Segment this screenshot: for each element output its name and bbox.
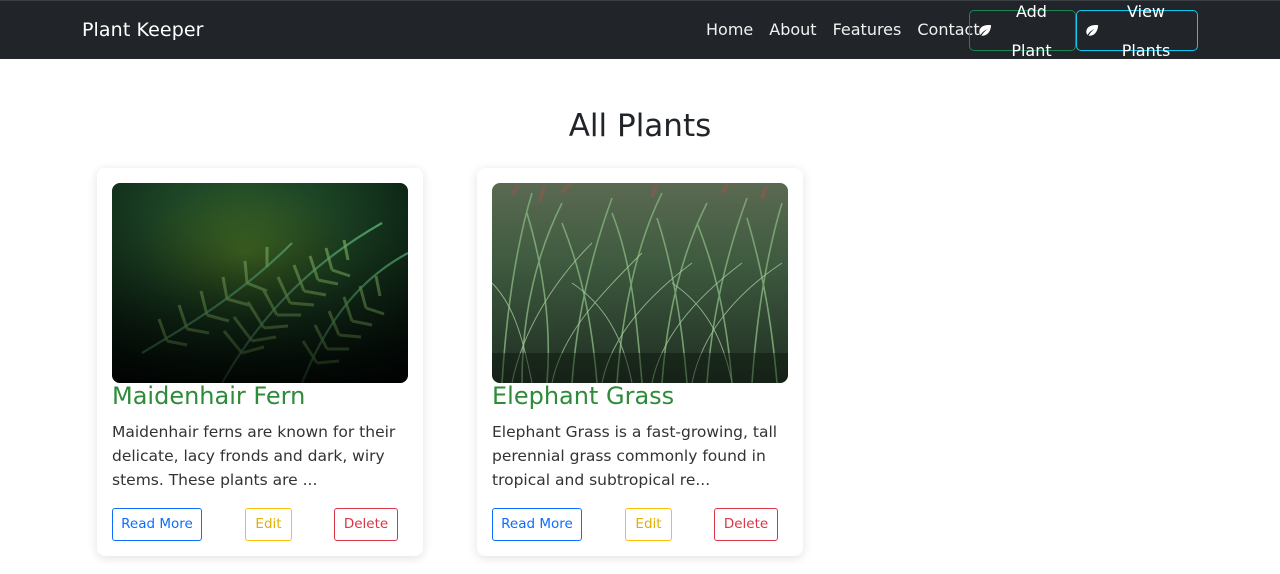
edit-button[interactable]: Edit xyxy=(625,508,672,541)
page-title: All Plants xyxy=(568,108,712,144)
navbar: Plant Keeper Home About Features Contact… xyxy=(0,0,1280,60)
nav-link-about[interactable]: About xyxy=(769,18,816,42)
add-plant-label: Add Plant xyxy=(1011,1,1052,60)
view-plants-label: View Plants xyxy=(1121,1,1171,60)
delete-button[interactable]: Delete xyxy=(714,508,778,541)
plant-image-fern xyxy=(112,183,408,383)
plant-image-grass xyxy=(492,183,788,383)
read-more-button[interactable]: Read More xyxy=(492,508,582,541)
nav-links: Home About Features Contact xyxy=(706,18,996,42)
plant-title: Maidenhair Fern xyxy=(112,382,306,410)
read-more-button[interactable]: Read More xyxy=(112,508,202,541)
view-plants-button[interactable]: View Plants xyxy=(1076,2,1198,60)
brand-link[interactable]: Plant Keeper xyxy=(82,18,204,42)
edit-button[interactable]: Edit xyxy=(245,508,292,541)
nav-link-features[interactable]: Features xyxy=(833,18,902,42)
plant-card: Elephant Grass Elephant Grass is a fast-… xyxy=(477,168,803,556)
leaf-icon xyxy=(979,25,992,36)
plant-title: Elephant Grass xyxy=(492,382,675,410)
nav-link-home[interactable]: Home xyxy=(706,18,753,42)
add-plant-button[interactable]: Add Plant xyxy=(969,2,1076,60)
plant-description: Maidenhair ferns are known for their del… xyxy=(112,423,396,489)
plant-card: Maidenhair Fern Maidenhair ferns are kno… xyxy=(97,168,423,556)
delete-button[interactable]: Delete xyxy=(334,508,398,541)
leaf-icon xyxy=(1086,25,1099,36)
plant-description: Elephant Grass is a fast-growing, tall p… xyxy=(492,423,778,489)
